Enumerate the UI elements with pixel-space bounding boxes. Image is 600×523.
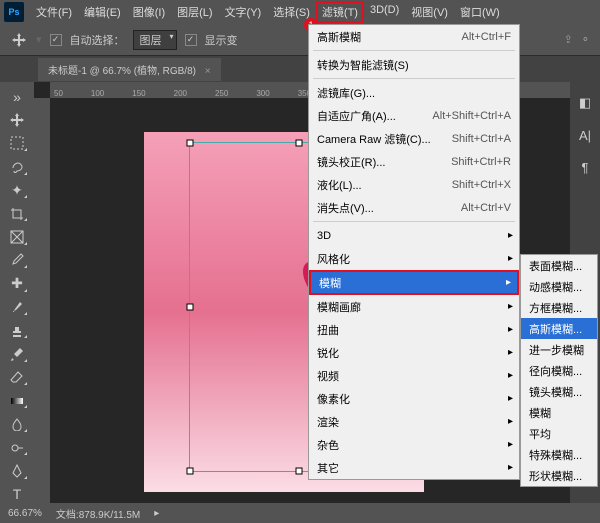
dodge-tool[interactable] [6,439,28,456]
eyedropper-tool[interactable] [6,252,28,269]
ruler-vertical [34,98,50,503]
stamp-tool[interactable] [6,322,28,339]
zoom-level[interactable]: 66.67% [8,508,42,519]
auto-select-label: 自动选择： [70,32,125,48]
menu-item-视频[interactable]: 视频 [309,364,519,387]
menu-item-扭曲[interactable]: 扭曲 [309,318,519,341]
menu-item-渲染[interactable]: 渲染 [309,410,519,433]
menu-item-液化(L)...[interactable]: 液化(L)...Shift+Ctrl+X [309,173,519,196]
brush-tool[interactable] [6,299,28,316]
menu-文件[interactable]: 文件(F) [30,1,78,23]
share-icon[interactable]: ⇪ [564,33,573,46]
submenu-item-进一步模糊[interactable]: 进一步模糊 [521,339,597,360]
submenu-item-高斯模糊...[interactable]: 高斯模糊... [521,318,597,339]
menu-item-锐化[interactable]: 锐化 [309,341,519,364]
pen-tool[interactable] [6,462,28,479]
doc-info: 文档:878.9K/11.5M [56,506,140,521]
menu-图层[interactable]: 图层(L) [171,1,218,23]
submenu-item-方框模糊...[interactable]: 方框模糊... [521,297,597,318]
submenu-item-动感模糊...[interactable]: 动感模糊... [521,276,597,297]
submenu-item-镜头模糊...[interactable]: 镜头模糊... [521,381,597,402]
menu-item-像素化[interactable]: 像素化 [309,387,519,410]
type-tool[interactable]: T [6,486,28,503]
panel-para[interactable]: ¶ [574,156,596,178]
show-transform-label: 显示变 [205,32,238,48]
frame-tool[interactable] [6,228,28,245]
blur-tool[interactable] [6,415,28,432]
history-brush-tool[interactable] [6,345,28,362]
lasso-tool[interactable] [6,158,28,175]
layer-select[interactable]: 图层 [133,30,177,50]
menu-item-转换为智能滤镜(S)[interactable]: 转换为智能滤镜(S) [309,53,519,76]
menu-视图[interactable]: 视图(V) [405,1,454,23]
marquee-tool[interactable] [6,135,28,152]
auto-select-checkbox[interactable]: ✓ [50,34,62,46]
ps-logo: Ps [4,2,24,22]
move-tool-icon [10,31,28,49]
close-icon[interactable]: × [205,66,211,77]
show-transform-checkbox[interactable]: ✓ [185,34,197,46]
document-title: 未标题-1 @ 66.7% (植物, RGB/8) [48,66,196,77]
menu-item-高斯模糊[interactable]: 高斯模糊Alt+Ctrl+F [309,25,519,48]
status-arrow-icon[interactable]: ▸ [154,508,159,519]
chevron-icon[interactable]: » [6,88,28,105]
search-icon[interactable]: ⚬ [581,33,590,46]
menu-窗口[interactable]: 窗口(W) [454,1,506,23]
crop-tool[interactable] [6,205,28,222]
wand-tool[interactable]: ✦ [6,182,28,199]
submenu-item-平均[interactable]: 平均 [521,423,597,444]
eraser-tool[interactable] [6,369,28,386]
submenu-item-形状模糊...[interactable]: 形状模糊... [521,465,597,486]
gradient-tool[interactable] [6,392,28,409]
toolbox: » ✦ ✚ T [0,82,34,503]
submenu-item-特殊模糊...[interactable]: 特殊模糊... [521,444,597,465]
menu-item-模糊画廊[interactable]: 模糊画廊 [309,295,519,318]
menu-item-杂色[interactable]: 杂色 [309,433,519,456]
menu-3D[interactable]: 3D(D) [364,1,405,23]
panel-color[interactable]: ◧ [574,92,596,114]
menu-item-3D[interactable]: 3D [309,224,519,247]
status-bar: 66.67% 文档:878.9K/11.5M ▸ [0,503,600,523]
menu-编辑[interactable]: 编辑(E) [78,1,127,23]
heal-tool[interactable]: ✚ [6,275,28,292]
menu-item-自适应广角(A)...[interactable]: 自适应广角(A)...Alt+Shift+Ctrl+A [309,104,519,127]
menu-item-消失点(V)...[interactable]: 消失点(V)...Alt+Ctrl+V [309,196,519,219]
blur-submenu: 表面模糊...动感模糊...方框模糊...高斯模糊...进一步模糊径向模糊...… [520,254,598,487]
menu-item-模糊[interactable]: 模糊 [309,270,519,295]
document-tab[interactable]: 未标题-1 @ 66.7% (植物, RGB/8) × [38,58,221,81]
submenu-item-模糊[interactable]: 模糊 [521,402,597,423]
menu-文字[interactable]: 文字(Y) [219,1,268,23]
submenu-item-径向模糊...[interactable]: 径向模糊... [521,360,597,381]
menu-item-镜头校正(R)...[interactable]: 镜头校正(R)...Shift+Ctrl+R [309,150,519,173]
menu-item-Camera Raw 滤镜(C)...[interactable]: Camera Raw 滤镜(C)...Shift+Ctrl+A [309,127,519,150]
filter-menu: 高斯模糊Alt+Ctrl+F 转换为智能滤镜(S) 滤镜库(G)...自适应广角(A… [308,24,520,480]
menu-bar: Ps 文件(F)编辑(E)图像(I)图层(L)文字(Y)选择(S)滤镜(T)3D… [0,0,600,24]
menu-滤镜[interactable]: 滤镜(T) [316,1,364,23]
menu-item-风格化[interactable]: 风格化 [309,247,519,270]
move-tool[interactable] [6,111,28,128]
menu-图像[interactable]: 图像(I) [127,1,171,23]
menu-item-滤镜库(G)...[interactable]: 滤镜库(G)... [309,81,519,104]
submenu-item-表面模糊...[interactable]: 表面模糊... [521,255,597,276]
panel-char[interactable]: A| [574,124,596,146]
menu-item-其它[interactable]: 其它 [309,456,519,479]
